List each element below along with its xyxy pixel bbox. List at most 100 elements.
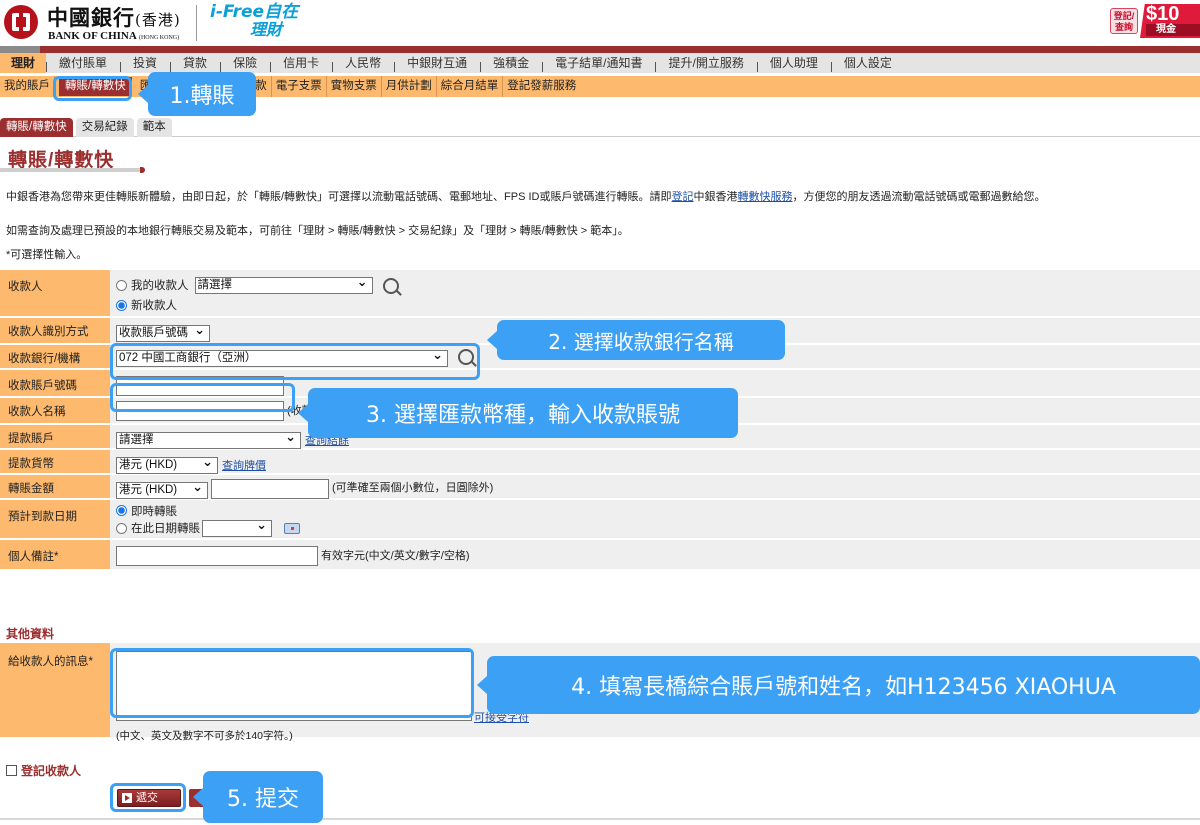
note-input[interactable] — [116, 546, 318, 566]
instant-transfer-label: 即時轉賬 — [131, 505, 177, 518]
payee-name-label: 收款人名稱 — [0, 398, 110, 423]
amount-hint: (可準確至兩個小數位，日圓除外) — [332, 482, 494, 494]
main-nav-item-wealth[interactable]: 理財 — [0, 53, 47, 73]
amount-currency-select[interactable]: 港元 (HKD) — [116, 479, 208, 499]
form-row-amount: 轉賬金額 港元 (HKD) (可準確至兩個小數位，日圓除外) — [0, 475, 1200, 500]
note-hint: 有效字元(中文/英文/數字/空格) — [321, 550, 470, 562]
ifree-logo: i-Free自在 理財 — [210, 2, 299, 39]
register-payee-checkbox[interactable] — [6, 765, 17, 776]
other-info-title: 其他資料 — [6, 627, 55, 641]
intro-text: ，方便您的朋友透過流動電話號碼或電郵過數給您。 — [792, 191, 1046, 203]
calendar-icon[interactable] — [284, 522, 300, 534]
bank-label: 收款銀行/機構 — [0, 345, 110, 368]
callout-step-5: 5. 提交 — [193, 771, 323, 823]
register-payee-label: 登記收款人 — [21, 764, 82, 778]
payee-label: 收款人 — [0, 270, 110, 316]
scheduled-transfer-label: 在此日期轉賬 — [131, 523, 200, 535]
note-label: 個人備註* — [0, 540, 110, 569]
sub-nav-item-monthly-plan[interactable]: 月供計劃 — [382, 76, 437, 97]
instant-transfer-radio[interactable] — [116, 505, 127, 516]
main-nav: 理財 繳付賬單 投資 貸款 保險 信用卡 人民幣 中銀財互通 強積金 電子結單/… — [0, 53, 1200, 73]
account-no-input[interactable] — [116, 376, 284, 396]
main-nav-item-credit-card[interactable]: 信用卡 — [270, 53, 332, 73]
my-payee-radio[interactable] — [116, 279, 127, 291]
bank-name-cn: 中國銀行(香港) — [47, 2, 181, 32]
main-nav-item-estatements[interactable]: 電子結單/通知書 — [542, 53, 655, 73]
message-label: 給收款人的訊息* — [0, 643, 110, 737]
bank-region-en: (HONG KONG) — [138, 35, 180, 41]
my-payee-label: 我的收款人 — [131, 280, 189, 292]
scheduled-transfer-radio[interactable] — [116, 522, 127, 534]
my-payee-select[interactable]: 請選擇 — [194, 274, 373, 294]
intro-paragraph-2: 如需查詢及處理已預設的本地銀行轉賬交易及範本，可前往「理財 > 轉賬/轉數快 >… — [6, 225, 629, 237]
form-row-date: 預計到款日期 即時轉賬 在此日期轉賬 — [0, 500, 1200, 540]
boc-logo-icon[interactable] — [4, 5, 38, 39]
debit-currency-label: 提款貨幣 — [0, 450, 110, 473]
form-row-payee: 收款人 我的收款人 請選擇 新收款人 — [0, 270, 1200, 318]
amount-input[interactable] — [211, 479, 329, 499]
bank-search-icon[interactable] — [458, 349, 474, 365]
sub-nav-item-my-accounts[interactable]: 我的賬戶 — [0, 76, 55, 97]
intro-text: 中銀香港為您帶來更佳轉賬新體驗，由即日起，於「轉賬/轉數快」可選擇以流動電話號碼… — [6, 191, 672, 203]
promo-amount: $10 現金 — [1140, 4, 1200, 38]
bank-region-cn: (香港) — [135, 11, 181, 29]
bank-select[interactable]: 072 中國工商銀行（亞洲） — [116, 347, 448, 367]
search-icon[interactable] — [382, 277, 399, 294]
date-label: 預計到款日期 — [0, 500, 110, 538]
promo-sub: 現金 — [1146, 24, 1200, 36]
main-nav-item-loans[interactable]: 貸款 — [170, 53, 220, 73]
ifree-line2: 理財 — [250, 20, 283, 39]
main-nav-item-mpf[interactable]: 強積金 — [480, 53, 542, 73]
tab-template[interactable]: 範本 — [136, 118, 172, 137]
sub-nav-item-payroll[interactable]: 登記發薪服務 — [503, 76, 580, 97]
main-nav-item-bills[interactable]: 繳付賬單 — [46, 53, 120, 73]
submit-button[interactable]: 遞交 — [117, 789, 181, 807]
logo-divider — [196, 5, 197, 41]
bottom-divider — [0, 818, 1200, 820]
main-nav-item-upgrade[interactable]: 提升/開立服務 — [655, 53, 756, 73]
header-red-bar — [0, 46, 1200, 53]
tab-bar: 轉賬/轉數快 交易紀錄 範本 — [0, 118, 1200, 137]
intro-paragraph-1: 中銀香港為您帶來更佳轉賬新體驗，由即日起，於「轉賬/轉數快」可選擇以流動電話號碼… — [6, 188, 1046, 204]
debit-currency-select[interactable]: 港元 (HKD) — [116, 454, 218, 474]
intro-text: 中銀香港 — [693, 191, 738, 203]
optional-note: *可選擇性輸入。 — [6, 249, 88, 261]
promo-banner[interactable]: 登記/查詢 $10 現金 — [1108, 4, 1200, 38]
amount-label: 轉賬金額 — [0, 475, 110, 498]
callout-step-3: 3. 選擇匯款幣種，輸入收款賬號 — [298, 388, 738, 438]
new-payee-label: 新收款人 — [131, 300, 177, 312]
callout-step-2: 2. 選擇收款銀行名稱 — [487, 320, 785, 360]
main-nav-item-invest[interactable]: 投資 — [120, 53, 170, 73]
ifree-line1: i-Free自在 — [210, 2, 299, 22]
sub-nav-item-echeque[interactable]: 電子支票 — [272, 76, 327, 97]
debit-account-select[interactable]: 請選擇 — [116, 429, 301, 449]
sub-nav-item-physical-cheque[interactable]: 實物支票 — [327, 76, 382, 97]
main-nav-item-wealth-connect[interactable]: 中銀財互通 — [394, 53, 480, 73]
main-nav-item-rmb[interactable]: 人民幣 — [332, 53, 394, 73]
bank-name-en: BANK OF CHINA (HONG KONG) — [48, 30, 179, 42]
promo-amount-text: $10 — [1146, 3, 1180, 25]
main-nav-item-assistant[interactable]: 個人助理 — [756, 53, 831, 73]
message-textarea[interactable] — [116, 651, 472, 721]
identify-method-select[interactable]: 收款賬戶號碼 — [116, 322, 210, 342]
sub-nav-item-transfer[interactable]: 轉賬/轉數快 — [59, 77, 132, 96]
main-nav-item-insurance[interactable]: 保險 — [220, 53, 270, 73]
new-payee-radio[interactable] — [116, 299, 127, 311]
bank-name-en-text: BANK OF CHINA — [48, 30, 137, 42]
check-rates-link[interactable]: 查詢牌價 — [222, 457, 266, 473]
callout-step-4: 4. 填寫長橋綜合賬戶號和姓名，如H123456 XIAOHUA — [477, 656, 1200, 714]
fps-service-link[interactable]: 轉數快服務 — [738, 191, 793, 203]
tab-history[interactable]: 交易紀錄 — [75, 118, 134, 137]
sub-nav-item-statement[interactable]: 綜合月結單 — [437, 76, 504, 97]
payee-name-input[interactable] — [116, 401, 284, 421]
account-no-label: 收款賬戶號碼 — [0, 370, 110, 396]
site-header: 中國銀行(香港) BANK OF CHINA (HONG KONG) i-Fre… — [0, 0, 1200, 44]
date-select[interactable] — [202, 517, 272, 537]
identify-label: 收款人識別方式 — [0, 318, 110, 343]
register-link[interactable]: 登記 — [672, 191, 694, 203]
bank-name-cn-text: 中國銀行 — [47, 5, 135, 30]
register-payee[interactable]: 登記收款人 — [6, 762, 81, 779]
tab-transfer[interactable]: 轉賬/轉數快 — [0, 118, 73, 137]
form-row-note: 個人備註* 有效字元(中文/英文/數字/空格) — [0, 540, 1200, 571]
main-nav-item-settings[interactable]: 個人設定 — [830, 53, 905, 73]
